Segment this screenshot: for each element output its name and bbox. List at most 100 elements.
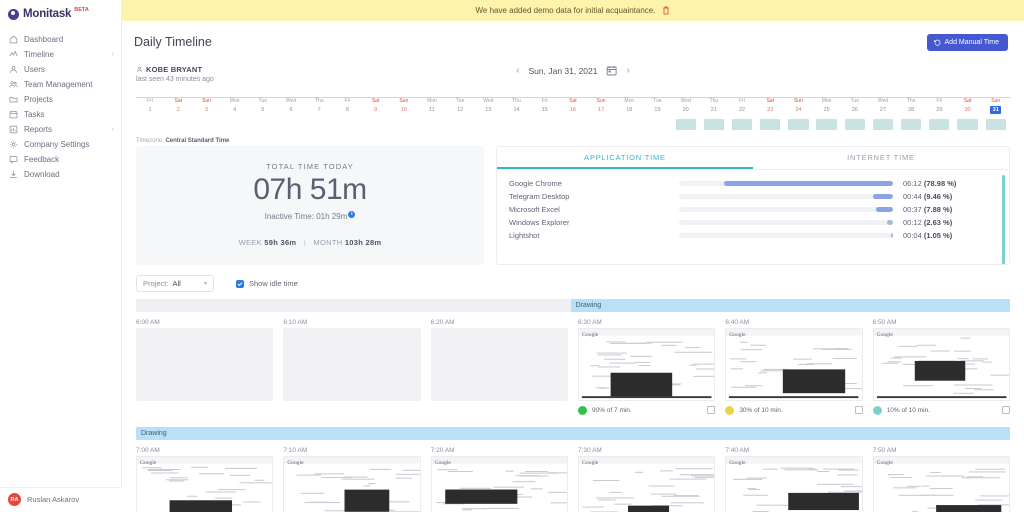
timeline-band-activity[interactable]: Drawing: [571, 299, 1011, 312]
inactive-time-value: 01h 29m: [316, 212, 347, 221]
calendar-activity-bar: [418, 119, 446, 131]
employee-last-seen: last seen 43 minutes ago: [136, 76, 214, 83]
application-list-scrollbar[interactable]: [1002, 175, 1005, 265]
screenshot-thumbnail[interactable]: Google: [283, 456, 420, 512]
sidebar-item-tasks[interactable]: Tasks: [0, 107, 121, 122]
calendar-day-24[interactable]: 24: [784, 98, 812, 116]
timeline-card-row: 7:00 AMGoogle7:10 AMGoogle7:20 AMGoogle7…: [136, 445, 1010, 512]
calendar-day-11[interactable]: 11: [418, 98, 446, 116]
screenshot-brand-label: Google: [877, 460, 893, 466]
sidebar-item-dashboard[interactable]: Dashboard: [0, 32, 121, 47]
calendar-day-22[interactable]: 22: [728, 98, 756, 116]
calendar-day-4[interactable]: 4: [221, 98, 249, 116]
calendar-day-17[interactable]: 17: [587, 98, 615, 116]
calendar-day-10[interactable]: 10: [390, 98, 418, 116]
timeline-card: 6:30 AMGoogle90% of 7 min.: [578, 317, 715, 416]
calendar-day-20[interactable]: 20: [672, 98, 700, 116]
calendar-day-5[interactable]: 5: [249, 98, 277, 116]
monitask-logo-icon: [8, 9, 19, 20]
trash-icon[interactable]: [662, 6, 670, 15]
sidebar-item-company-settings[interactable]: Company Settings: [0, 137, 121, 152]
screenshot-select-checkbox[interactable]: [855, 406, 863, 414]
brand-logo[interactable]: Monitask BETA: [0, 0, 121, 30]
calendar-icon[interactable]: [607, 65, 618, 76]
timeline-card-time: 7:20 AM: [431, 445, 568, 456]
calendar-day-28[interactable]: 28: [897, 98, 925, 116]
calendar-day-1[interactable]: 1: [136, 98, 164, 116]
sidebar-item-label: Tasks: [24, 110, 44, 119]
calendar-day-18[interactable]: 18: [615, 98, 643, 116]
sidebar-item-timeline[interactable]: Timeline ›: [0, 47, 121, 62]
calendar-day-2[interactable]: 2: [164, 98, 192, 116]
prev-day-button[interactable]: ‹: [516, 66, 519, 76]
calendar-activity-bar: [192, 119, 220, 131]
sidebar-item-team-management[interactable]: Team Management: [0, 77, 121, 92]
timeline-empty-slot: [283, 328, 420, 401]
calendar-day-29[interactable]: 29: [925, 98, 953, 116]
sidebar-item-users[interactable]: Users: [0, 62, 121, 77]
calendar-day-15[interactable]: 15: [531, 98, 559, 116]
calendar-day-25[interactable]: 25: [813, 98, 841, 116]
sidebar-item-reports[interactable]: Reports ›: [0, 122, 121, 137]
month-value: 103h 28m: [345, 238, 382, 247]
sidebar-item-label: Reports: [24, 125, 52, 134]
person-icon: [136, 66, 143, 73]
calendar-activity-bar: [136, 119, 164, 131]
calendar-day-31[interactable]: 31: [982, 98, 1010, 116]
add-manual-time-label: Add Manual Time: [945, 39, 999, 46]
calendar-day-7[interactable]: 7: [305, 98, 333, 116]
screenshot-thumbnail[interactable]: Google: [725, 328, 862, 401]
tab-application-time[interactable]: APPLICATION TIME: [497, 147, 753, 169]
sidebar-account[interactable]: RA Ruslan Askarov: [0, 487, 122, 512]
calendar-day-3[interactable]: 3: [192, 98, 220, 116]
screenshot-select-checkbox[interactable]: [1002, 406, 1010, 414]
show-idle-time-label: Show idle time: [249, 279, 298, 288]
calendar-day-19[interactable]: 19: [643, 98, 671, 116]
calendar-day-9[interactable]: 9: [362, 98, 390, 116]
timezone-value: Central Standard Time: [165, 138, 229, 144]
screenshot-brand-label: Google: [877, 332, 893, 338]
add-manual-time-button[interactable]: Add Manual Time: [927, 34, 1008, 51]
application-name: Windows Explorer: [509, 218, 679, 227]
screenshot-thumbnail[interactable]: Google: [725, 456, 862, 512]
screenshot-thumbnail[interactable]: Google: [578, 328, 715, 401]
application-time: 06:12: [903, 179, 922, 188]
calendar-day-13[interactable]: 13: [474, 98, 502, 116]
calendar-day-21[interactable]: 21: [700, 98, 728, 116]
calendar-check-icon: [9, 110, 18, 119]
calendar-day-27[interactable]: 27: [869, 98, 897, 116]
calendar-day-30[interactable]: 30: [953, 98, 981, 116]
user-icon: [9, 65, 18, 74]
tab-internet-time[interactable]: INTERNET TIME: [753, 147, 1009, 169]
screenshot-thumbnail[interactable]: Google: [431, 456, 568, 512]
screenshot-thumbnail[interactable]: Google: [873, 328, 1010, 401]
screenshot-select-checkbox[interactable]: [707, 406, 715, 414]
sidebar-item-feedback[interactable]: Feedback: [0, 152, 121, 167]
clock-rewind-icon: [934, 39, 941, 46]
calendar-day-26[interactable]: 26: [841, 98, 869, 116]
timeline-band-activity[interactable]: Drawing: [136, 427, 1010, 440]
screenshot-thumbnail[interactable]: Google: [873, 456, 1010, 512]
calendar-day-8[interactable]: 8: [333, 98, 361, 116]
sidebar-item-download[interactable]: Download: [0, 167, 121, 182]
calendar-strip: FriSatSunMonTueWedThuFriSatSunMonTueWedT…: [136, 83, 1010, 131]
screenshot-thumbnail[interactable]: Google: [136, 456, 273, 512]
calendar-day-6[interactable]: 6: [277, 98, 305, 116]
info-icon[interactable]: i: [348, 211, 355, 218]
timeline-group: Drawing 7:00 AMGoogle7:10 AMGoogle7:20 AM…: [136, 427, 1010, 512]
application-bar: [679, 181, 893, 186]
current-date-label: Sun, Jan 31, 2021: [528, 66, 597, 76]
calendar-day-14[interactable]: 14: [502, 98, 530, 116]
application-name: Google Chrome: [509, 179, 679, 188]
calendar-day-23[interactable]: 23: [756, 98, 784, 116]
project-select[interactable]: Project: All ▾: [136, 275, 214, 292]
show-idle-time-checkbox[interactable]: Show idle time: [236, 279, 298, 288]
calendar-day-12[interactable]: 12: [446, 98, 474, 116]
screenshot-thumbnail[interactable]: Google: [578, 456, 715, 512]
sidebar-item-projects[interactable]: Projects: [0, 92, 121, 107]
timeline-card: 6:10 AM: [283, 317, 420, 416]
next-day-button[interactable]: ›: [627, 66, 630, 76]
calendar-day-16[interactable]: 16: [559, 98, 587, 116]
app-root: Monitask BETA Dashboard Timeline › Users…: [0, 0, 1024, 512]
calendar-activity-bar: [784, 119, 812, 131]
